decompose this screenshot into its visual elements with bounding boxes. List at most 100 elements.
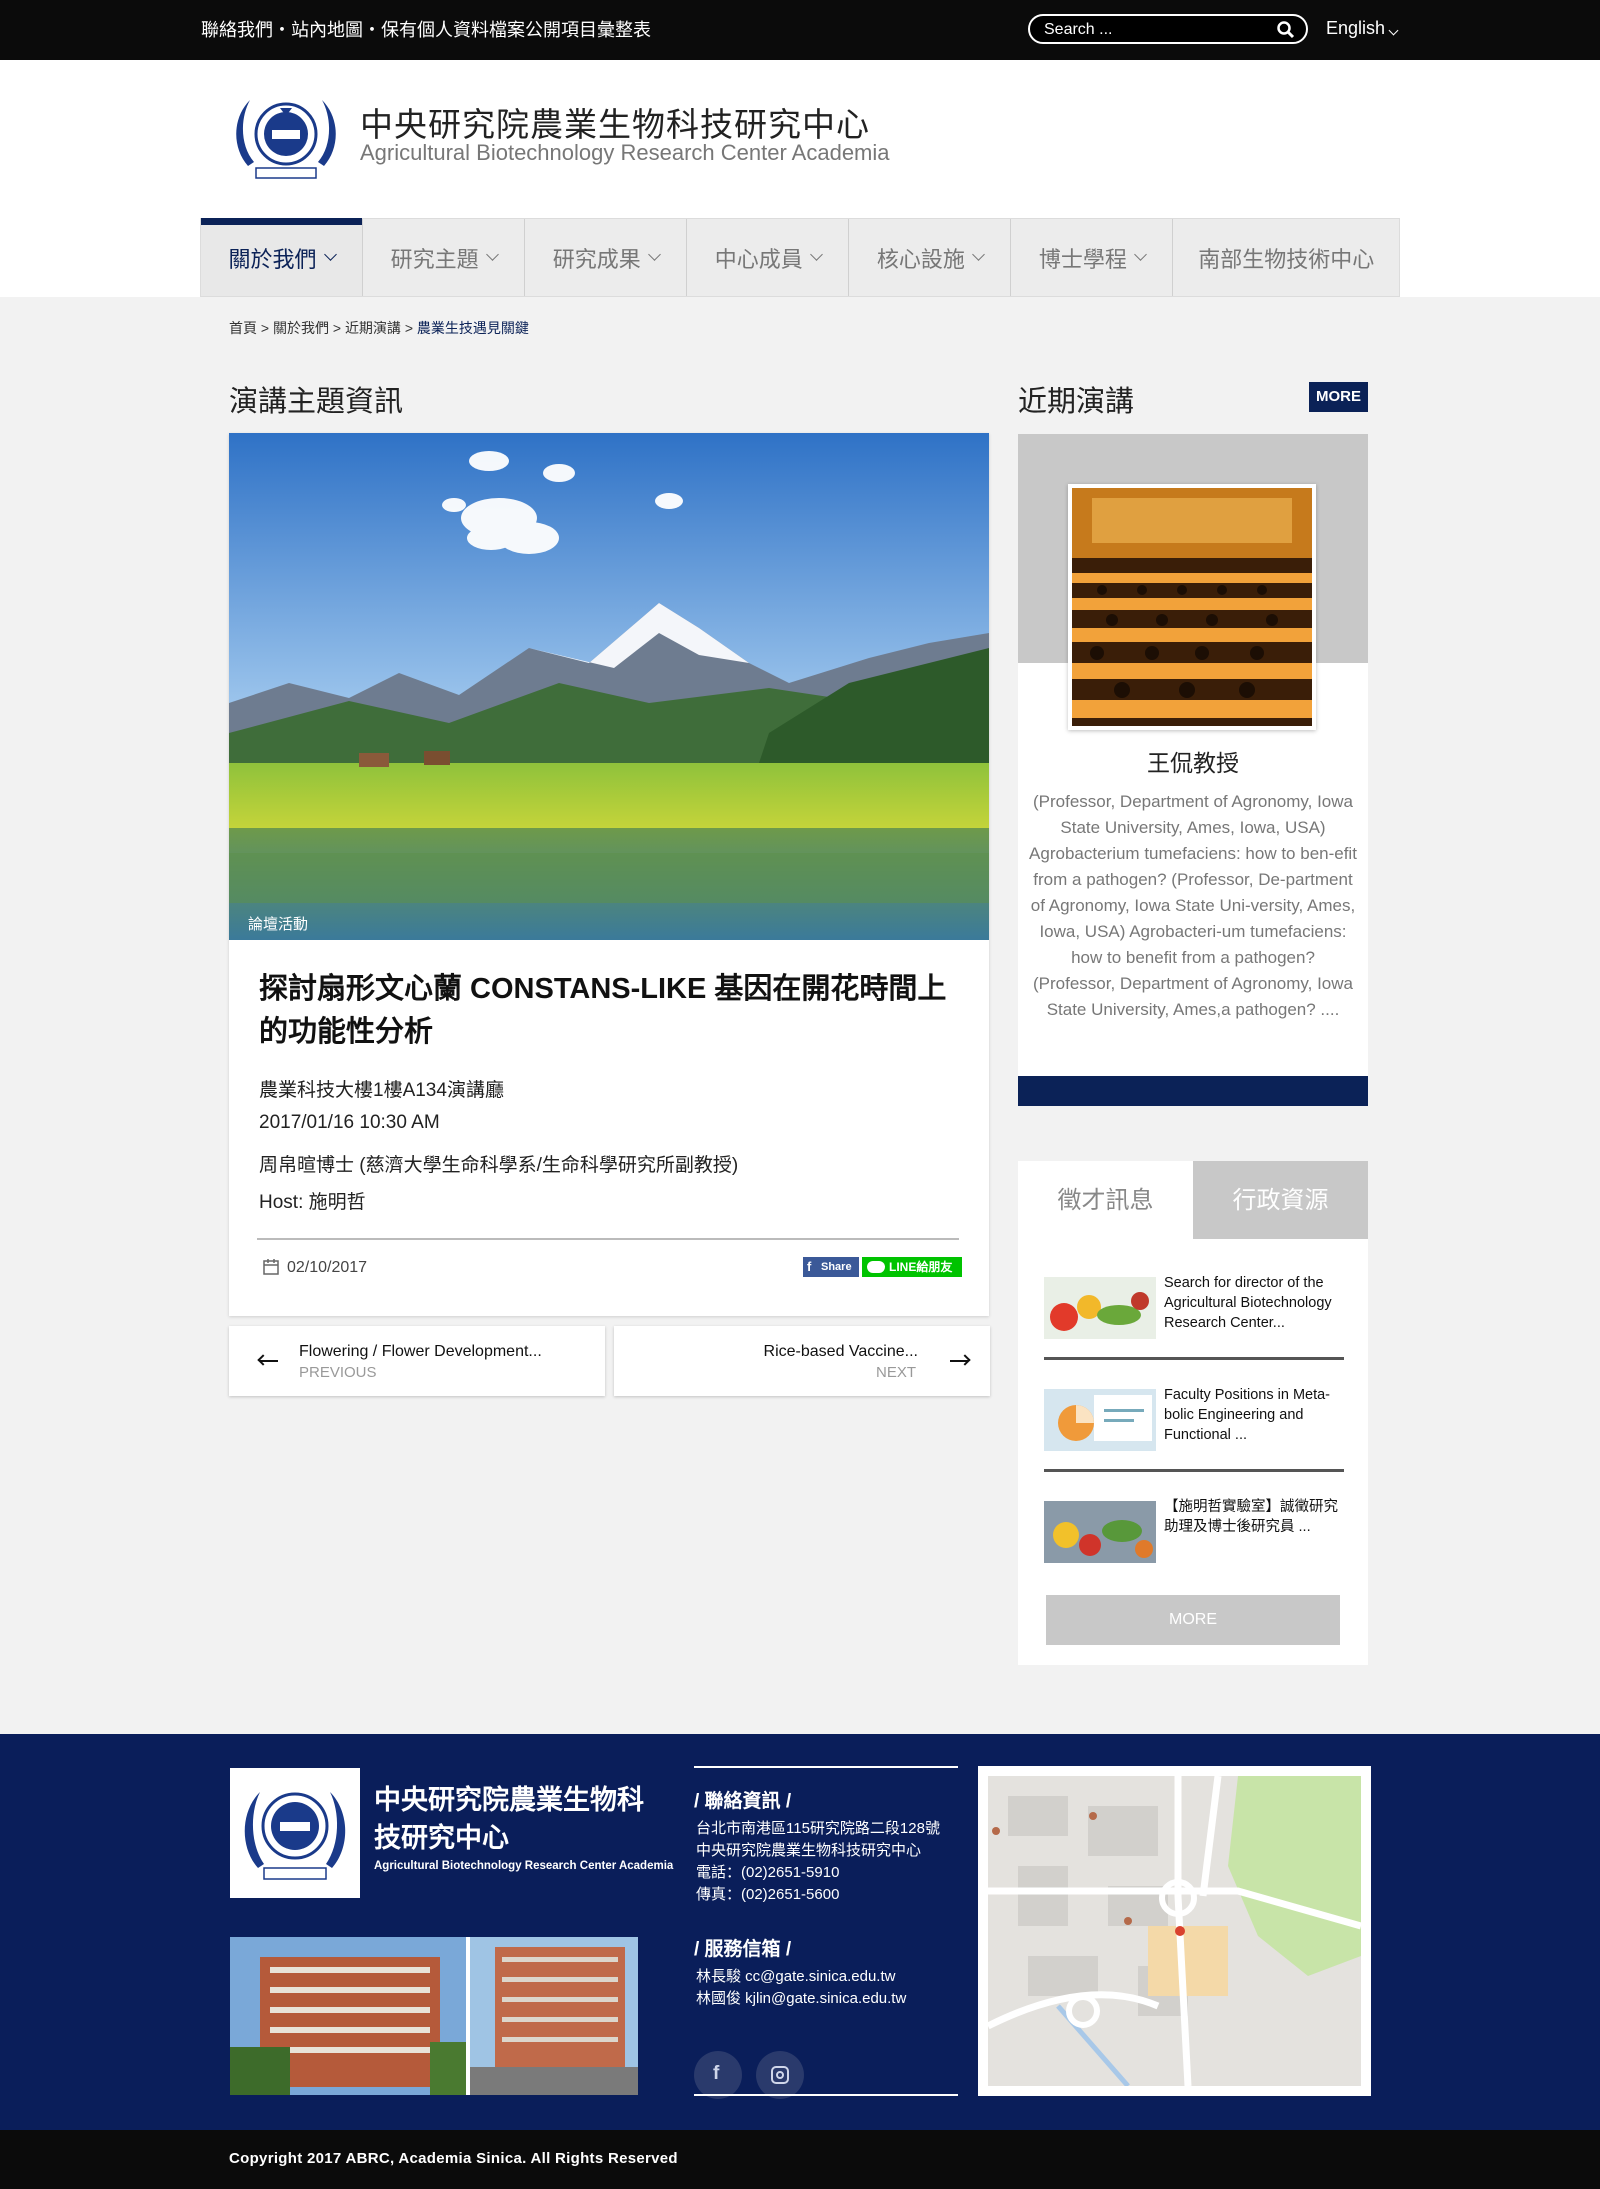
nav-item-members[interactable]: 中心成員	[687, 219, 850, 296]
nav-label[interactable]: 研究成果	[553, 242, 641, 274]
next-label: NEXT	[875, 1364, 916, 1381]
facebook-share-button[interactable]: f Share	[803, 1257, 859, 1277]
card-footer-bar	[1018, 1076, 1368, 1106]
nav-label[interactable]: 中心成員	[715, 242, 803, 274]
jobs-more-button[interactable]: MORE	[1046, 1595, 1340, 1645]
site-title-en[interactable]: Agricultural Biotechnology Research Cent…	[360, 140, 890, 166]
arrow-right-icon	[950, 1354, 971, 1366]
job-title[interactable]: 【施明哲實驗室】誠徵研究助理及博士後研究員 ...	[1164, 1497, 1349, 1537]
chevron-down-icon	[323, 248, 337, 261]
charts-thumbnail	[1044, 1389, 1156, 1451]
abrc-logo[interactable]	[228, 88, 344, 184]
fax: 傳真：(02)2651-5600	[696, 1886, 840, 1903]
article-card: 論壇活動 探討扇形文心蘭 CONSTANS-LIKE 基因在開花時間上的功能性分…	[229, 433, 989, 1316]
divider	[1044, 1469, 1344, 1472]
address: 台北市南港區115研究院路二段128號	[696, 1820, 940, 1837]
article-speaker: 周帛暄博士 (慈濟大學生命科學系/生命科學研究所副教授)	[259, 1155, 739, 1176]
search-box	[1028, 14, 1308, 44]
tab-recruitment[interactable]: 徵才訊息	[1018, 1161, 1193, 1239]
breadcrumb-current: 農業生技遇見關鍵	[416, 320, 529, 336]
article-title: 探討扇形文心蘭 CONSTANS-LIKE 基因在開花時間上的功能性分析	[259, 973, 947, 1048]
divider	[1044, 1357, 1344, 1360]
previous-post-title[interactable]: Flowering / Flower Development...	[299, 1343, 542, 1361]
nav-item-core-facilities[interactable]: 核心設施	[849, 219, 1012, 296]
post-date: 02/10/2017	[287, 1259, 368, 1276]
article-datetime: 2017/01/16 10:30 AM	[259, 1112, 440, 1133]
info-tabs: 徵才訊息 行政資源 Search for director of the Agr…	[1018, 1161, 1368, 1665]
talk-description: (Professor, Department of Agronomy, Iowa…	[1029, 792, 1357, 1019]
instagram-icon	[771, 2066, 789, 2084]
list-item[interactable]: Faculty Positions in Meta-bolic Engineer…	[1044, 1373, 1344, 1472]
main-nav: 關於我們 研究主題 研究成果 中心成員 核心設施 博士學程 南部生物技術中心	[200, 218, 1400, 297]
abrc-logo	[244, 1792, 346, 1880]
nav-label[interactable]: 博士學程	[1039, 242, 1127, 274]
footer-logo[interactable]	[230, 1768, 360, 1898]
email-2[interactable]: 林國俊 kjlin@gate.sinica.edu.tw	[696, 1988, 906, 2010]
nav-label[interactable]: 南部生物技術中心	[1198, 242, 1374, 274]
mail-heading: / 服務信箱 /	[694, 1939, 792, 1960]
arrow-left-icon	[257, 1354, 278, 1366]
breadcrumb-home[interactable]: 首頁	[229, 320, 257, 336]
chevron-down-icon	[485, 248, 499, 261]
top-links-text[interactable]: 聯絡我們・站內地圖・保有個人資料檔案公開項目彙整表	[201, 20, 651, 40]
breadcrumb-sep: >	[260, 320, 270, 336]
list-item[interactable]: 【施明哲實驗室】誠徵研究助理及博士後研究員 ...	[1044, 1485, 1344, 1581]
language-switch[interactable]: English	[1326, 18, 1399, 39]
chevron-down-icon	[971, 248, 985, 261]
chevron-down-icon	[809, 248, 823, 261]
location-map[interactable]	[978, 1766, 1371, 2096]
breadcrumb-about[interactable]: 關於我們	[273, 320, 329, 336]
speaker-name[interactable]: 王侃教授	[1018, 744, 1368, 778]
building-photo	[230, 1937, 638, 2095]
next-post-title[interactable]: Rice-based Vaccine...	[764, 1343, 918, 1361]
list-item[interactable]: Search for director of the Agricultural …	[1044, 1261, 1344, 1360]
vegetables-thumbnail	[1044, 1277, 1156, 1339]
nav-item-research-results[interactable]: 研究成果	[525, 219, 688, 296]
line-icon	[867, 1261, 885, 1273]
nav-label[interactable]: 核心設施	[877, 242, 965, 274]
language-label[interactable]: English	[1326, 18, 1385, 38]
line-share-button[interactable]: LINE給朋友	[862, 1257, 962, 1277]
instagram-button[interactable]	[756, 2051, 804, 2099]
calendar-icon	[263, 1259, 279, 1275]
nav-label[interactable]: 關於我們	[229, 242, 317, 274]
tab-admin-resources[interactable]: 行政資源	[1193, 1161, 1368, 1239]
footer-org-name-en: Agricultural Biotechnology Research Cent…	[374, 1860, 674, 1872]
facebook-button[interactable]: f	[694, 2051, 742, 2099]
recent-talk-card[interactable]: 王侃教授 (Professor, Department of Agronomy,…	[1018, 434, 1368, 1106]
org-name: 中央研究院農業生物科技研究中心	[696, 1842, 922, 1859]
category-tag[interactable]: 論壇活動	[248, 913, 308, 934]
copyright-text: Copyright 2017 ABRC, Academia Sinica. Al…	[229, 2150, 678, 2167]
article-venue: 農業科技大樓1樓A134演講廳	[259, 1080, 504, 1101]
phone: 電話：(02)2651-5910	[696, 1864, 840, 1881]
top-links[interactable]: 聯絡我們・站內地圖・保有個人資料檔案公開項目彙整表	[201, 0, 651, 60]
article-host: Host: 施明哲	[259, 1192, 366, 1213]
facebook-icon: f	[713, 2063, 720, 2084]
job-title[interactable]: Search for director of the Agricultural …	[1164, 1273, 1349, 1333]
recent-more-button[interactable]: MORE	[1309, 382, 1368, 412]
facebook-icon: f	[807, 1259, 812, 1274]
nav-item-research-topics[interactable]: 研究主題	[363, 219, 526, 296]
lecture-photo-frame	[1068, 484, 1316, 730]
nav-label[interactable]: 研究主題	[391, 242, 479, 274]
job-title[interactable]: Faculty Positions in Meta-bolic Engineer…	[1164, 1385, 1349, 1445]
hero-image	[229, 433, 989, 940]
line-share-label[interactable]: LINE給朋友	[889, 1260, 952, 1274]
search-icon[interactable]	[1276, 20, 1296, 40]
divider	[694, 2094, 958, 2096]
email-1[interactable]: 林長駿 cc@gate.sinica.edu.tw	[696, 1966, 895, 1988]
vegetables-thumbnail	[1044, 1501, 1156, 1563]
facebook-share-label[interactable]: Share	[821, 1261, 852, 1273]
nav-item-about[interactable]: 關於我們	[201, 218, 364, 296]
breadcrumb-talks[interactable]: 近期演講	[345, 320, 401, 336]
site-title-zh[interactable]: 中央研究院農業生物科技研究中心	[360, 98, 870, 146]
next-post-link[interactable]: Rice-based Vaccine... NEXT	[614, 1326, 990, 1396]
search-input[interactable]	[1044, 19, 1264, 41]
divider	[694, 1766, 958, 1768]
nav-item-phd-program[interactable]: 博士學程	[1011, 219, 1174, 296]
footer-org-name: 中央研究院農業生物科技研究中心	[374, 1785, 644, 1854]
recent-talks-title: 近期演講	[1018, 384, 1135, 418]
previous-post-link[interactable]: Flowering / Flower Development... PREVIO…	[229, 1326, 605, 1396]
nav-item-southern-center[interactable]: 南部生物技術中心	[1173, 219, 1399, 296]
previous-label: PREVIOUS	[299, 1364, 377, 1381]
